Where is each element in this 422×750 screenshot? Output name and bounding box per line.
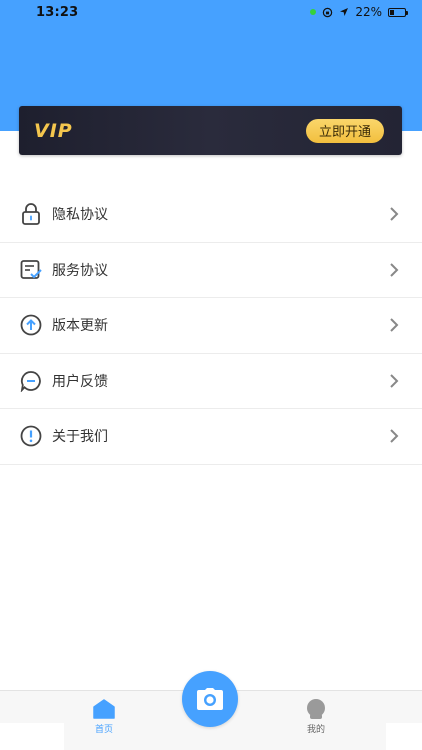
chevron-right-icon <box>390 263 399 277</box>
battery-percentage: 22% <box>355 5 382 19</box>
menu-item-label: 版本更新 <box>52 318 108 335</box>
location-icon <box>340 8 349 16</box>
menu-item-update[interactable]: 版本更新 <box>0 298 422 354</box>
status-indicators: 22% <box>310 5 408 19</box>
menu-item-privacy[interactable]: 隐私协议 <box>0 187 422 243</box>
arrow-up-circle-icon <box>20 314 42 336</box>
chevron-right-icon <box>390 207 399 221</box>
settings-menu: 隐私协议 服务协议 版本更新 用户反馈 关于我们 <box>0 187 422 465</box>
home-icon <box>93 699 115 719</box>
camera-button[interactable] <box>182 671 238 727</box>
menu-item-label: 服务协议 <box>52 262 108 279</box>
orientation-lock-icon <box>323 7 333 17</box>
tabbar-strip-left <box>0 723 64 750</box>
menu-item-service[interactable]: 服务协议 <box>0 243 422 298</box>
menu-item-about[interactable]: 关于我们 <box>0 409 422 465</box>
camera-indicator-icon <box>310 9 317 15</box>
battery-icon <box>388 7 408 17</box>
status-bar: 13:23 22% <box>0 0 422 24</box>
tab-home[interactable]: 首页 <box>74 699 134 735</box>
tab-home-label: 首页 <box>94 725 113 735</box>
vip-logo: VIP <box>34 119 73 142</box>
vip-banner[interactable]: VIP 立即开通 <box>19 106 402 155</box>
menu-item-label: 关于我们 <box>52 429 108 446</box>
chevron-right-icon <box>390 429 399 443</box>
tab-mine[interactable]: 我的 <box>286 699 346 735</box>
tabbar-strip-right <box>386 723 422 750</box>
status-time: 13:23 <box>36 4 79 20</box>
camera-icon <box>197 688 223 710</box>
vip-open-button[interactable]: 立即开通 <box>305 118 384 143</box>
info-exclamation-icon <box>20 425 42 447</box>
tab-mine-label: 我的 <box>306 725 325 735</box>
document-check-icon <box>20 259 42 281</box>
menu-item-feedback[interactable]: 用户反馈 <box>0 354 422 409</box>
user-avatar-icon <box>307 699 325 719</box>
menu-item-label: 用户反馈 <box>52 373 108 390</box>
chevron-right-icon <box>390 318 399 332</box>
lock-icon <box>20 203 42 226</box>
chat-bubble-icon <box>20 370 42 392</box>
menu-item-label: 隐私协议 <box>52 207 108 224</box>
chevron-right-icon <box>390 374 399 388</box>
